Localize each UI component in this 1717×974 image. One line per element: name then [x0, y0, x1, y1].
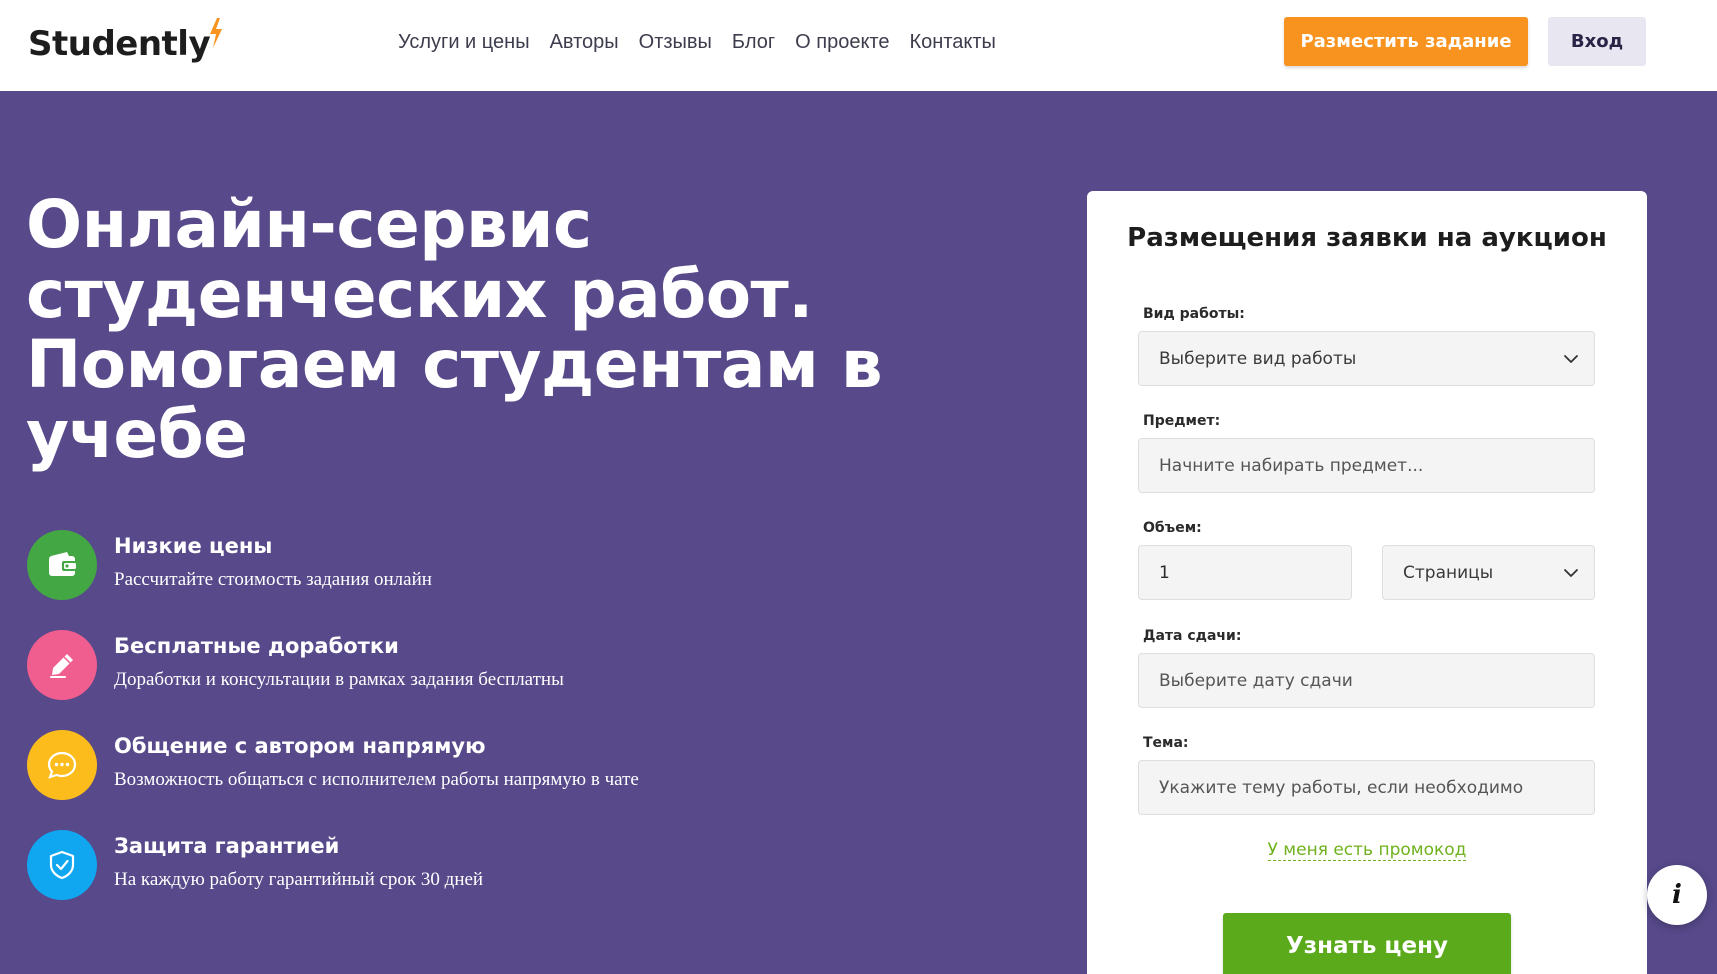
work-type-value: Выберите вид работы — [1159, 348, 1357, 369]
info-button[interactable]: i — [1647, 865, 1707, 925]
nav-contacts[interactable]: Контакты — [910, 28, 996, 56]
feature-item: Низкие цены Рассчитайте стоимость задани… — [27, 530, 747, 630]
logo-text: Studently — [28, 24, 211, 64]
shield-icon — [27, 830, 97, 900]
feature-item: Общение с автором напрямую Возможность о… — [27, 730, 747, 830]
feature-description: Возможность общаться с исполнителем рабо… — [114, 769, 639, 790]
feature-title: Защита гарантией — [114, 834, 340, 858]
site-header: Studently Услуги и цены Авторы Отзывы Бл… — [0, 0, 1717, 91]
promo-code-link[interactable]: У меня есть промокод — [1267, 840, 1467, 861]
get-price-button[interactable]: Узнать цену — [1223, 913, 1511, 974]
chevron-down-icon — [1562, 564, 1580, 587]
logo[interactable]: Studently — [28, 18, 224, 68]
topic-input[interactable] — [1159, 777, 1594, 798]
feature-item: Бесплатные доработки Доработки и консуль… — [27, 630, 747, 730]
deadline-label: Дата сдачи: — [1143, 628, 1242, 644]
feature-title: Общение с автором напрямую — [114, 734, 486, 758]
lightning-icon — [208, 18, 224, 53]
nav-services[interactable]: Услуги и цены — [398, 28, 530, 56]
chevron-down-icon — [1562, 350, 1580, 373]
volume-field[interactable] — [1138, 545, 1352, 600]
hero-title: Онлайн-сервис студенческих работ. Помога… — [26, 186, 883, 473]
topic-field[interactable] — [1138, 760, 1595, 815]
promo-code-wrapper: У меня есть промокод — [1087, 840, 1647, 861]
subject-field[interactable] — [1138, 438, 1595, 493]
auction-form-card: Размещения заявки на аукцион Вид работы:… — [1087, 191, 1647, 974]
feature-description: Доработки и консультации в рамках задани… — [114, 669, 564, 690]
work-type-label: Вид работы: — [1143, 306, 1245, 322]
nav-blog[interactable]: Блог — [732, 28, 775, 56]
feature-title: Бесплатные доработки — [114, 634, 399, 658]
feature-description: На каждую работу гарантийный срок 30 дне… — [114, 869, 484, 890]
work-type-select[interactable]: Выберите вид работы — [1138, 331, 1595, 386]
features-list: Низкие цены Рассчитайте стоимость задани… — [27, 530, 747, 930]
feature-description: Рассчитайте стоимость задания онлайн — [114, 569, 432, 590]
subject-input[interactable] — [1159, 455, 1594, 476]
wallet-icon — [27, 530, 97, 600]
login-button[interactable]: Вход — [1548, 17, 1646, 66]
topic-label: Тема: — [1143, 735, 1189, 751]
nav-about[interactable]: О проекте — [795, 28, 889, 56]
volume-label: Объем: — [1143, 520, 1202, 536]
deadline-input[interactable] — [1159, 670, 1594, 691]
main-nav: Услуги и цены Авторы Отзывы Блог О проек… — [398, 28, 1016, 56]
post-task-button[interactable]: Разместить задание — [1284, 17, 1528, 66]
deadline-field[interactable] — [1138, 653, 1595, 708]
nav-reviews[interactable]: Отзывы — [639, 28, 712, 56]
subject-label: Предмет: — [1143, 413, 1221, 429]
volume-input[interactable] — [1159, 562, 1351, 583]
nav-authors[interactable]: Авторы — [550, 28, 619, 56]
volume-unit-select[interactable]: Страницы — [1382, 545, 1595, 600]
feature-item: Защита гарантией На каждую работу гарант… — [27, 830, 747, 930]
chat-icon — [27, 730, 97, 800]
volume-unit-value: Страницы — [1403, 562, 1494, 583]
feature-title: Низкие цены — [114, 534, 273, 558]
form-title: Размещения заявки на аукцион — [1127, 223, 1607, 253]
pencil-icon — [27, 630, 97, 700]
